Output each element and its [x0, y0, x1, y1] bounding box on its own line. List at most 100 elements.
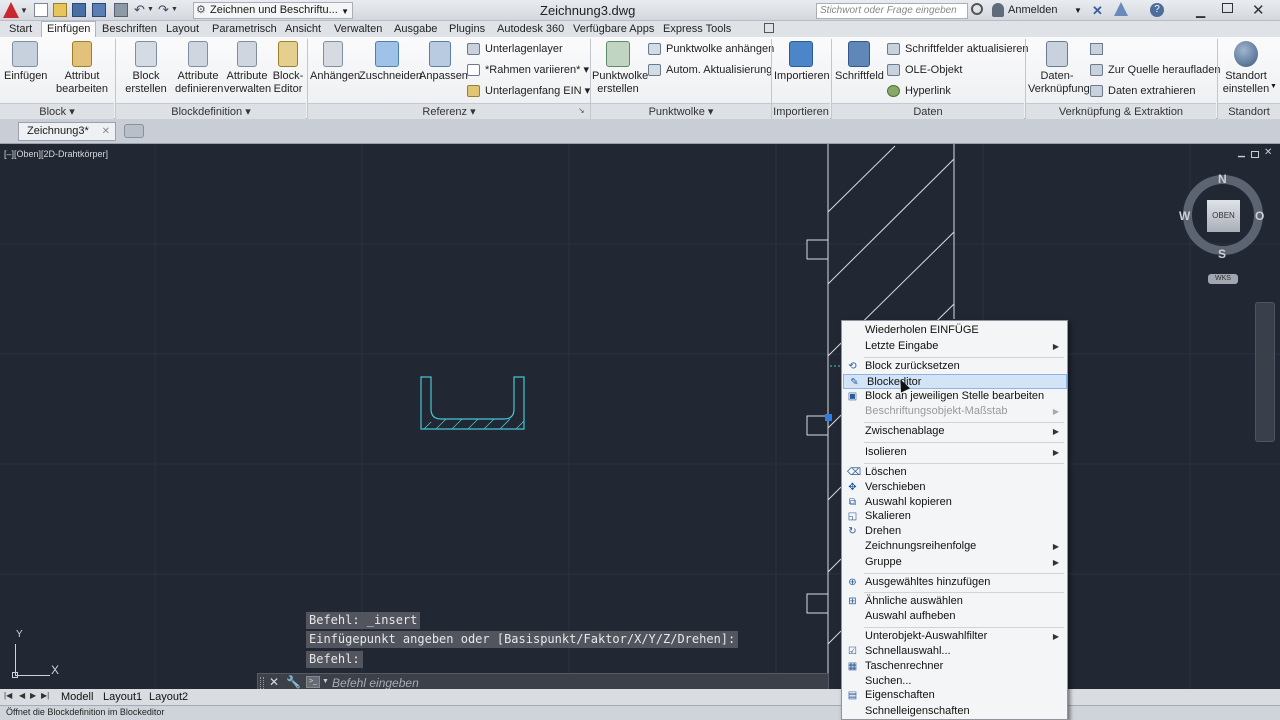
- import-button[interactable]: Importieren: [774, 41, 830, 83]
- tab-autodesk360[interactable]: Autodesk 360: [497, 22, 564, 37]
- viewcube-west[interactable]: W: [1179, 209, 1190, 223]
- app-logo-icon[interactable]: [3, 2, 19, 18]
- attach-pointcloud-button[interactable]: Punktwolke anhängen: [648, 41, 774, 57]
- tab-model[interactable]: Modell: [61, 690, 93, 704]
- first-layout-icon[interactable]: |◀: [4, 691, 12, 700]
- menu-item-quick-properties[interactable]: Schnelleigenschaften: [842, 704, 1067, 719]
- redo-icon[interactable]: ↷: [158, 2, 169, 18]
- tab-layout2[interactable]: Layout2: [149, 690, 188, 704]
- create-block-button[interactable]: Block erstellen: [124, 41, 168, 96]
- menu-item-copy-selection[interactable]: ⧉ Auswahl kopieren: [842, 495, 1067, 510]
- command-dropdown-icon[interactable]: ▼: [322, 678, 329, 685]
- tab-layout[interactable]: Layout: [166, 22, 199, 37]
- menu-item-edit-block-in-place[interactable]: ▣ Block an jeweiligen Stelle bearbeiten: [842, 389, 1067, 404]
- menu-item-annotative-scale[interactable]: Beschriftungsobjekt-Maßstab ▶: [842, 404, 1067, 419]
- search-input[interactable]: Stichwort oder Frage eingeben: [816, 3, 968, 19]
- menu-item-calculator[interactable]: ▦ Taschenrechner: [842, 659, 1067, 674]
- define-attributes-button[interactable]: Attribute definieren: [175, 41, 223, 96]
- panel-title-blockdefinition[interactable]: Blockdefinition ▾: [116, 103, 306, 119]
- viewcube-top-face[interactable]: OBEN: [1207, 200, 1240, 232]
- ucs-menu-button[interactable]: WKS: [1208, 274, 1238, 284]
- new-tab-button[interactable]: [124, 124, 144, 138]
- restore-icon[interactable]: [1222, 3, 1233, 13]
- tab-insert[interactable]: Einfügen: [41, 21, 97, 38]
- tab-plugins[interactable]: Plugins: [449, 22, 485, 37]
- close-tab-icon[interactable]: ✕: [102, 123, 110, 140]
- tab-express-tools[interactable]: Express Tools: [663, 22, 731, 37]
- tab-manage[interactable]: Verwalten: [334, 22, 382, 37]
- app-menu-arrow-icon[interactable]: ▼: [20, 6, 28, 15]
- set-location-button[interactable]: Standort einstellen: [1222, 41, 1270, 96]
- panel-title-reference[interactable]: Referenz ▾: [308, 103, 590, 119]
- upload-to-source-button[interactable]: Zur Quelle heraufladen: [1090, 62, 1221, 78]
- attach-button[interactable]: Anhängen: [310, 41, 360, 83]
- tab-layout1[interactable]: Layout1: [103, 690, 142, 704]
- new-file-icon[interactable]: [34, 3, 48, 17]
- field-button[interactable]: Schriftfeld: [835, 41, 884, 83]
- close-icon[interactable]: ✕: [1252, 1, 1265, 19]
- plot-icon[interactable]: [114, 3, 128, 17]
- menu-item-recent-input[interactable]: Letzte Eingabe ▶: [842, 339, 1067, 354]
- menu-item-reset-block[interactable]: ⟲ Block zurücksetzen: [842, 359, 1067, 374]
- viewcube-east[interactable]: O: [1255, 209, 1264, 223]
- frames-dropdown[interactable]: *Rahmen variieren* ▾: [467, 62, 589, 78]
- menu-item-deselect-all[interactable]: Auswahl aufheben: [842, 609, 1067, 624]
- save-as-icon[interactable]: [92, 3, 106, 17]
- menu-item-properties[interactable]: ▤ Eigenschaften: [842, 688, 1067, 703]
- open-file-icon[interactable]: [53, 3, 67, 17]
- menu-item-move[interactable]: ✥ Verschieben: [842, 480, 1067, 495]
- extract-data-button[interactable]: Daten extrahieren: [1090, 83, 1195, 99]
- doc-tab-drawing3[interactable]: Zeichnung3* ✕: [18, 122, 116, 141]
- adjust-button[interactable]: Anpassen: [419, 41, 468, 83]
- viewport-close-icon[interactable]: ✕: [1264, 147, 1272, 158]
- panel-title-pointcloud[interactable]: Punktwolke ▾: [591, 103, 771, 119]
- sign-in-button[interactable]: Anmelden: [1008, 4, 1058, 16]
- viewport-minimize-icon[interactable]: ▁: [1238, 147, 1245, 158]
- help-icon[interactable]: ?: [1150, 3, 1164, 17]
- command-close-icon[interactable]: ✕: [269, 675, 279, 689]
- underlay-snap-dropdown[interactable]: Unterlagenfang EIN ▾: [467, 83, 590, 99]
- menu-item-draw-order[interactable]: Zeichnungsreihenfolge ▶: [842, 539, 1067, 554]
- tab-parametric[interactable]: Parametrisch: [212, 22, 277, 37]
- menu-item-subobject-filter[interactable]: Unterobjekt-Auswahlfilter ▶: [842, 629, 1067, 644]
- panel-title-block[interactable]: Block ▾: [0, 103, 114, 119]
- viewcube-south[interactable]: S: [1218, 247, 1226, 261]
- menu-item-rotate[interactable]: ↻ Drehen: [842, 524, 1067, 539]
- underlay-layers-button[interactable]: Unterlagenlayer: [467, 41, 563, 57]
- edit-attribute-button[interactable]: Attribut bearbeiten: [54, 41, 110, 96]
- menu-item-block-editor[interactable]: ✎ Blockeditor: [843, 374, 1067, 389]
- menu-item-group[interactable]: Gruppe ▶: [842, 555, 1067, 570]
- next-layout-icon[interactable]: ▶: [30, 691, 36, 700]
- drawing-canvas[interactable]: [–][Oben][2D-Drahtkörper] ▁ ✕ N S W O OB…: [0, 144, 1280, 689]
- auto-update-button[interactable]: Autom. Aktualisierung: [648, 62, 772, 78]
- prev-layout-icon[interactable]: ◀: [19, 691, 25, 700]
- update-fields-button[interactable]: Schriftfelder aktualisieren: [887, 41, 1029, 57]
- tab-start[interactable]: Start: [9, 22, 32, 37]
- workspace-selector[interactable]: ⚙ Zeichnen und Beschriftu... ▼: [193, 2, 353, 19]
- viewport-restore-icon[interactable]: [1251, 151, 1259, 158]
- ribbon-minimize-icon[interactable]: [764, 23, 774, 33]
- tab-view[interactable]: Ansicht: [285, 22, 321, 37]
- menu-item-find[interactable]: Suchen...: [842, 674, 1067, 689]
- viewcube-north[interactable]: N: [1218, 172, 1227, 186]
- viewport-controls-label[interactable]: [–][Oben][2D-Drahtkörper]: [4, 149, 108, 159]
- insert-block-button[interactable]: Einfügen: [4, 41, 47, 83]
- search-icon[interactable]: [971, 3, 983, 15]
- menu-item-add-selected[interactable]: ⊕ Ausgewähltes hinzufügen: [842, 575, 1067, 590]
- navigation-bar[interactable]: [1255, 302, 1275, 442]
- a360-icon[interactable]: [1114, 2, 1128, 16]
- user-icon[interactable]: [992, 3, 1004, 17]
- hyperlink-button[interactable]: Hyperlink: [887, 83, 951, 99]
- block-editor-button[interactable]: Block- Editor: [272, 41, 304, 96]
- minimize-icon[interactable]: ▁: [1196, 4, 1205, 18]
- ole-object-button[interactable]: OLE-Objekt: [887, 62, 962, 78]
- data-link-button[interactable]: Daten- Verknüpfung: [1028, 41, 1090, 96]
- last-layout-icon[interactable]: ▶|: [41, 691, 49, 700]
- menu-item-isolate[interactable]: Isolieren ▶: [842, 445, 1067, 460]
- tab-annotate[interactable]: Beschriften: [102, 22, 157, 37]
- menu-item-select-similar[interactable]: ⊞ Ähnliche auswählen: [842, 594, 1067, 609]
- redo-dropdown-icon[interactable]: ▼: [171, 6, 178, 13]
- dialog-launcher-icon[interactable]: ↘: [578, 106, 585, 115]
- tab-apps[interactable]: Verfügbare Apps: [573, 22, 654, 37]
- wrench-icon[interactable]: 🔧: [286, 675, 301, 689]
